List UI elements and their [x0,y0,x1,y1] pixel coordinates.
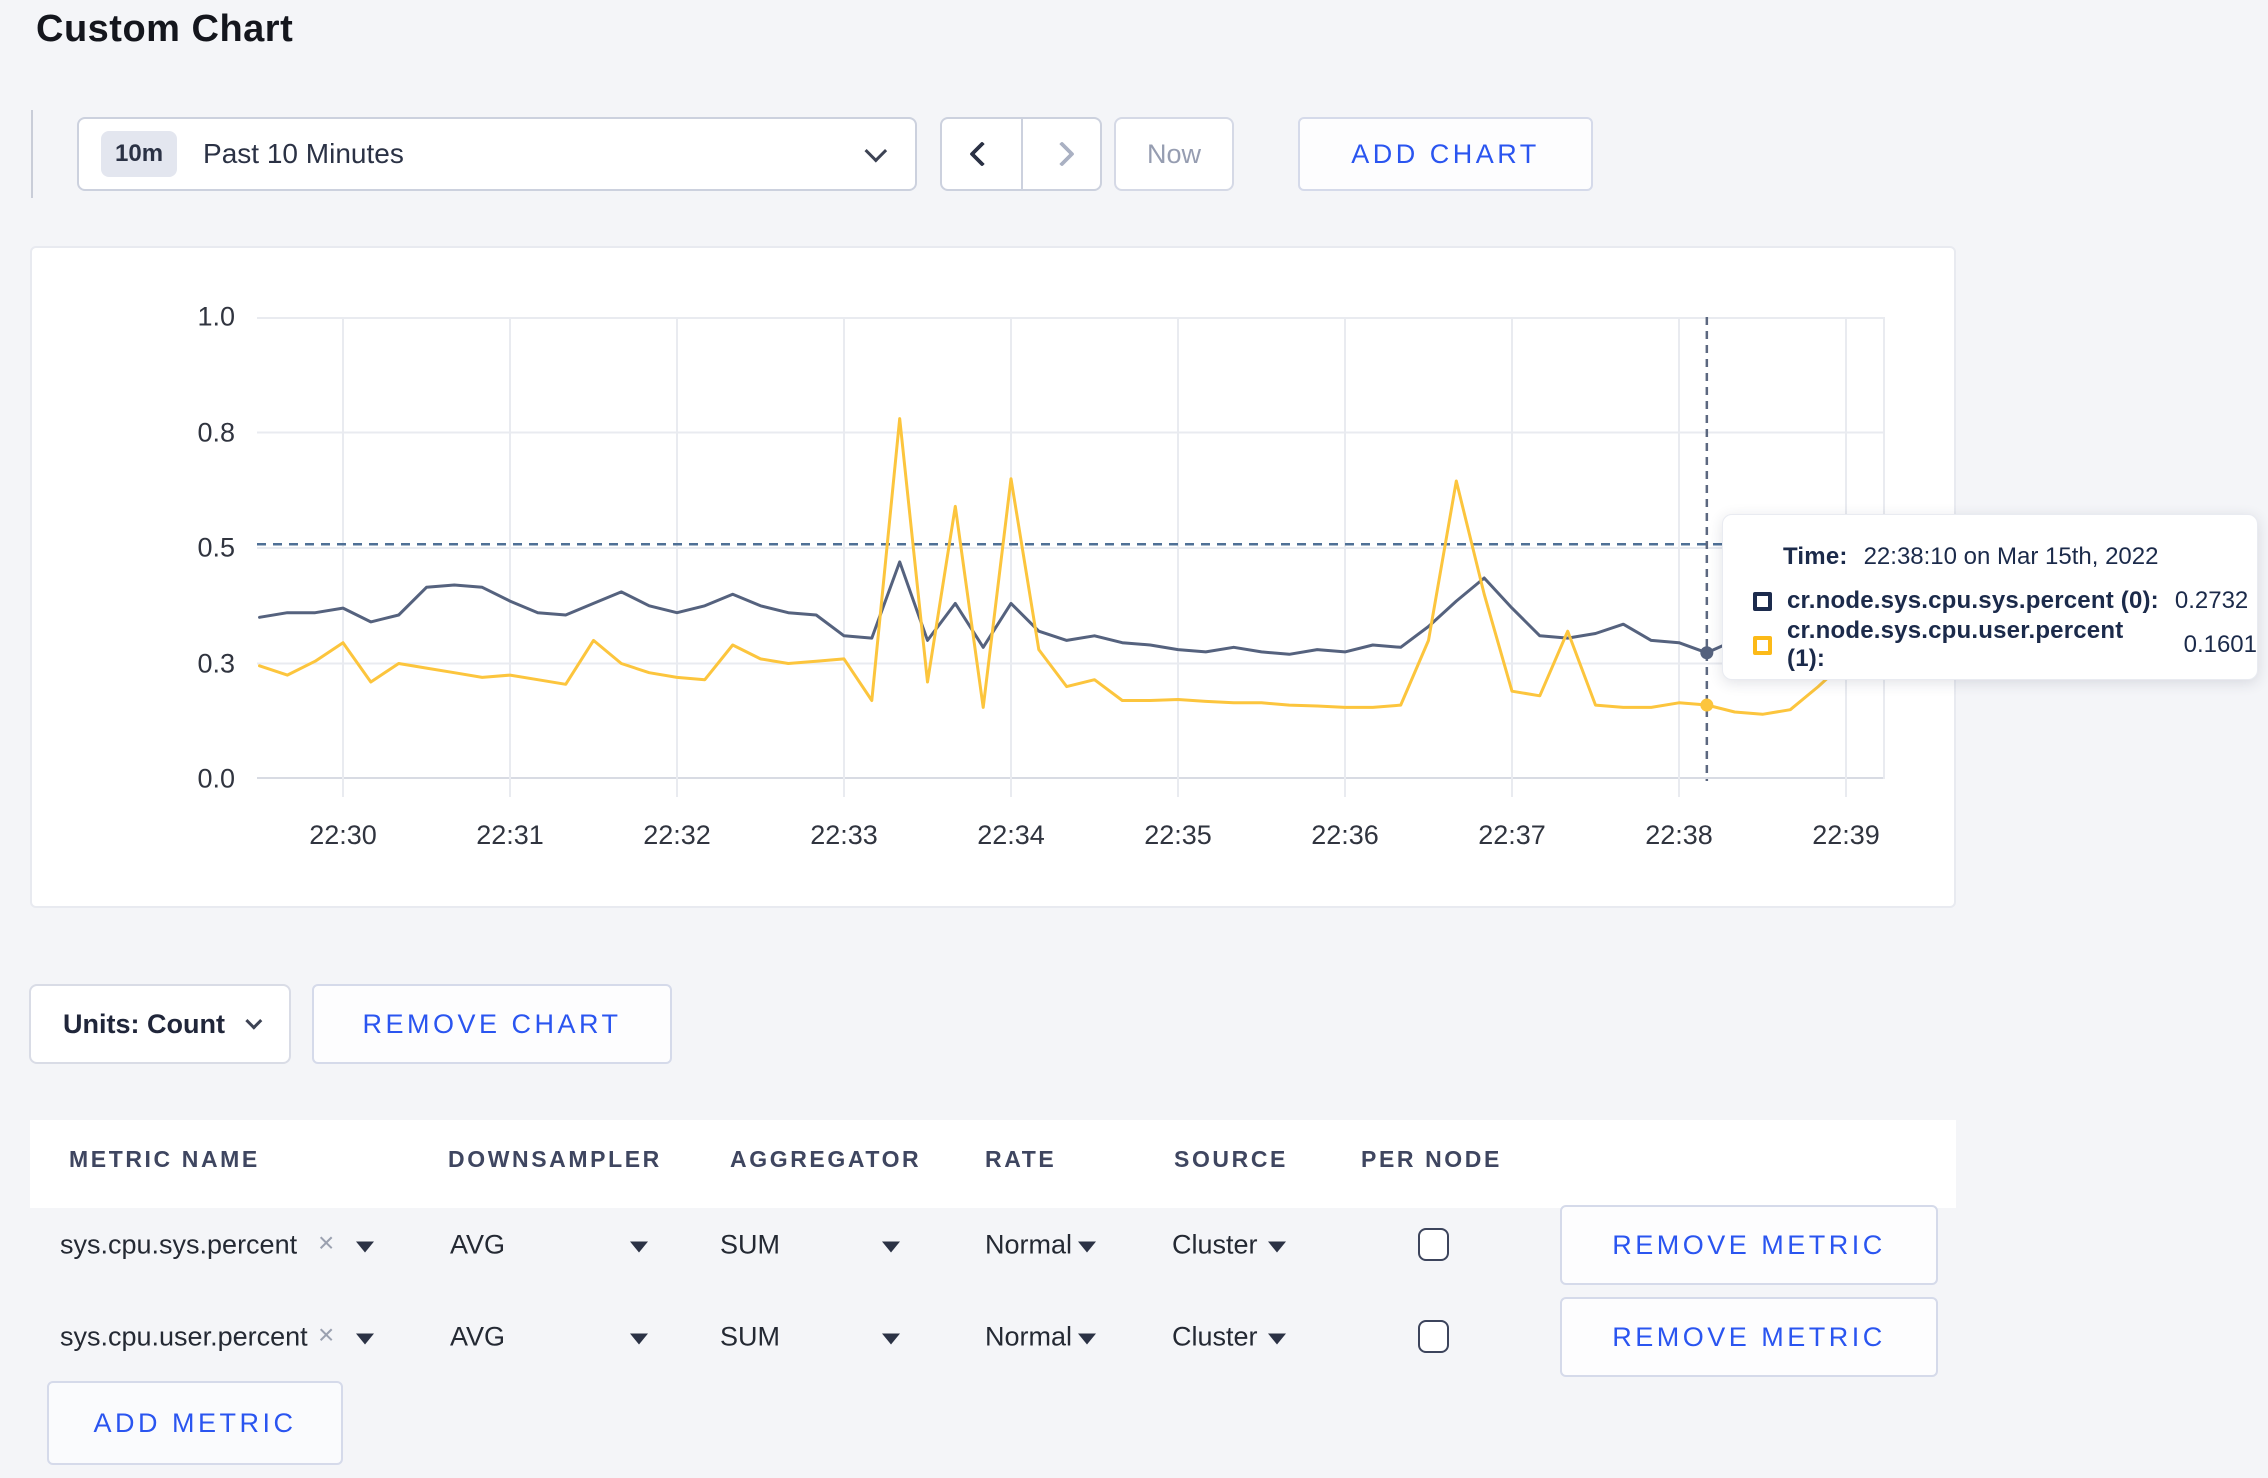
remove-metric-button[interactable]: REMOVE METRIC [1560,1205,1938,1285]
metric-name-value[interactable]: sys.cpu.user.percent [60,1322,308,1353]
add-chart-button[interactable]: ADD CHART [1298,117,1593,191]
col-header-rate: RATE [985,1146,1057,1172]
per-node-checkbox[interactable] [1418,1228,1449,1261]
col-header-source: SOURCE [1174,1146,1289,1172]
metric-select-arrow-icon[interactable] [356,1241,374,1253]
source-select[interactable]: Cluster [1172,1322,1258,1353]
time-range-badge: 10m [101,131,178,177]
col-header-metric-name: METRIC NAME [69,1146,260,1172]
time-nav-group [940,117,1102,191]
x-tick-label: 22:31 [476,820,544,850]
x-tick-label: 22:34 [977,820,1045,850]
crosshair-dot [1700,698,1714,712]
rate-arrow-icon[interactable] [1078,1241,1096,1253]
aggregator-arrow-icon[interactable] [882,1333,900,1345]
x-tick-label: 22:38 [1645,820,1713,850]
y-tick-label: 0.5 [197,532,235,563]
x-tick-label: 22:39 [1812,820,1880,850]
series-line-1 [258,417,1876,716]
tooltip-series-name: cr.node.sys.cpu.sys.percent (0): [1787,587,2159,614]
tooltip-series-value: 0.2732 [2174,587,2249,614]
downsampler-select[interactable]: AVG [450,1322,505,1353]
chart-panel[interactable]: 1.0 0.8 0.5 0.3 0.0 22:30 22:31 22:32 22:33 22:3… [30,246,1956,908]
downsampler-arrow-icon[interactable] [630,1333,648,1345]
tooltip-time-label: Time: [1783,543,1848,570]
toolbar-divider [31,110,33,198]
now-button[interactable]: Now [1114,117,1234,191]
metric-name-value[interactable]: sys.cpu.sys.percent [60,1230,297,1261]
source-arrow-icon[interactable] [1268,1333,1286,1345]
y-tick-label: 0.8 [197,417,235,447]
clear-metric-icon[interactable]: × [318,1227,334,1259]
series-swatch-icon [1753,591,1772,611]
series-swatch-icon [1753,635,1772,655]
col-header-downsampler: DOWNSAMPLER [448,1146,662,1172]
time-range-dropdown[interactable]: 10m Past 10 Minutes [77,117,917,191]
tooltip-time-value: 22:38:10 on Mar 15th, 2022 [1863,543,2159,570]
clear-metric-icon[interactable]: × [318,1319,334,1351]
crosshair-dot [1700,646,1714,660]
y-tick-label: 1.0 [197,301,235,332]
rate-select[interactable]: Normal [985,1230,1072,1261]
x-tick-label: 22:30 [309,820,377,850]
next-interval-button[interactable] [1021,119,1100,189]
col-header-aggregator: AGGREGATOR [730,1146,922,1172]
units-dropdown[interactable]: Units: Count [29,984,291,1064]
per-node-checkbox[interactable] [1418,1320,1449,1353]
remove-metric-button[interactable]: REMOVE METRIC [1560,1297,1938,1377]
tooltip-series-value: 0.1601 [2183,631,2257,658]
aggregator-arrow-icon[interactable] [882,1241,900,1253]
chevron-down-icon [245,1012,263,1030]
tooltip-series-name: cr.node.sys.cpu.user.percent (1): [1787,617,2124,672]
aggregator-select[interactable]: SUM [720,1322,780,1353]
x-tick-label: 22:33 [810,820,878,850]
metric-select-arrow-icon[interactable] [356,1333,374,1345]
chevron-left-icon [968,141,995,167]
downsampler-select[interactable]: AVG [450,1230,505,1261]
source-select[interactable]: Cluster [1172,1230,1258,1261]
time-range-label: Past 10 Minutes [203,138,404,169]
y-tick-label: 0.0 [197,763,235,794]
chart-tooltip: Time: 22:38:10 on Mar 15th, 2022 cr.node… [1722,514,2258,680]
rate-select[interactable]: Normal [985,1322,1072,1353]
y-tick-label: 0.3 [197,648,235,678]
prev-interval-button[interactable] [942,119,1021,189]
aggregator-select[interactable]: SUM [720,1230,780,1261]
page-title: Custom Chart [36,8,294,50]
series-line-0 [258,560,1876,656]
chevron-right-icon [1048,141,1075,167]
add-metric-button[interactable]: ADD METRIC [47,1381,343,1465]
x-tick-label: 22:35 [1144,820,1212,850]
x-tick-label: 22:32 [643,820,711,850]
source-arrow-icon[interactable] [1268,1241,1286,1253]
x-tick-label: 22:37 [1478,820,1546,850]
x-tick-label: 22:36 [1311,820,1379,850]
remove-chart-button[interactable]: REMOVE CHART [312,984,672,1064]
units-label: Units: Count [63,1008,225,1039]
col-header-per-node: PER NODE [1361,1146,1502,1172]
rate-arrow-icon[interactable] [1078,1333,1096,1345]
downsampler-arrow-icon[interactable] [630,1241,648,1253]
line-chart[interactable] [257,317,1887,799]
chevron-down-icon [864,139,888,163]
